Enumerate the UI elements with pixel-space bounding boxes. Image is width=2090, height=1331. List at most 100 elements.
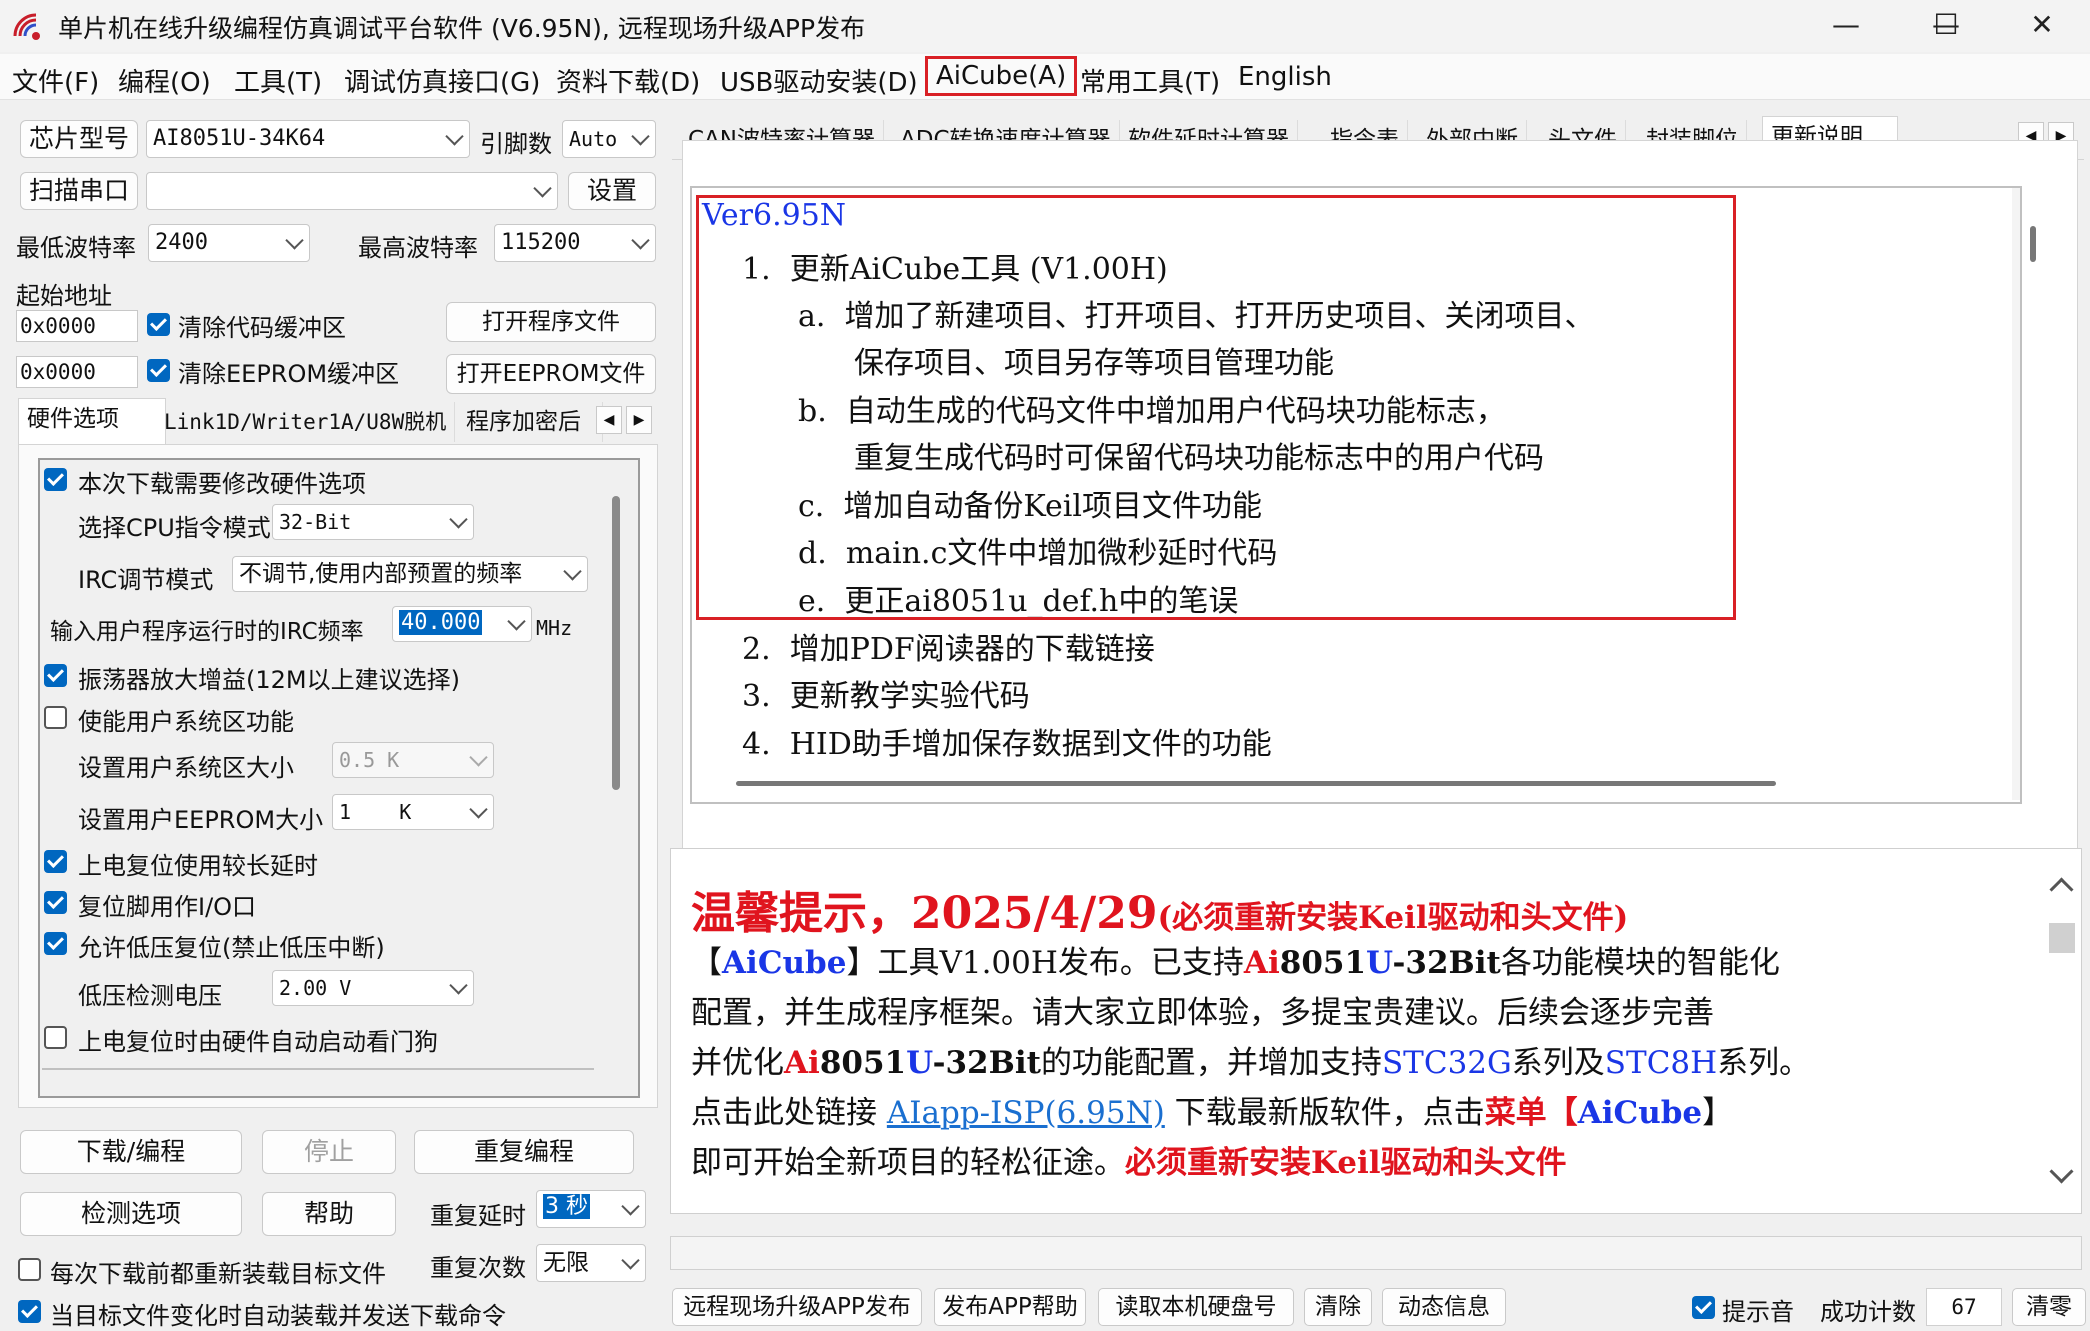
min-baud-select[interactable]: 2400 bbox=[148, 224, 310, 262]
menu-bar: 文件(F) 编程(O) 工具(T) 调试仿真接口(G) 资料下载(D) USB驱… bbox=[0, 54, 2090, 100]
menu-download[interactable]: 资料下载(D) bbox=[550, 60, 706, 101]
chevron-down-icon bbox=[563, 562, 582, 581]
chevron-down-icon bbox=[631, 127, 650, 146]
tab-scroll-left-icon[interactable]: ◀ bbox=[596, 406, 622, 434]
help-button[interactable]: 帮助 bbox=[262, 1192, 396, 1236]
long-delay-checkbox[interactable] bbox=[44, 850, 67, 873]
auto-load-checkbox[interactable] bbox=[18, 1300, 41, 1323]
notes-scrollbar[interactable] bbox=[2012, 188, 2020, 800]
open-eeprom-button[interactable]: 打开EEPROM文件 bbox=[446, 354, 656, 394]
reload-each-checkbox[interactable] bbox=[18, 1258, 41, 1281]
notes-scroll-thumb[interactable] bbox=[2030, 226, 2036, 262]
cpu-mode-label: 选择CPU指令模式 bbox=[78, 514, 271, 542]
check-options-button[interactable]: 检测选项 bbox=[20, 1192, 242, 1236]
chip-model-button[interactable]: 芯片型号 bbox=[20, 120, 138, 158]
menu-usb-driver[interactable]: USB驱动安装(D) bbox=[714, 60, 924, 101]
clear-code-checkbox[interactable] bbox=[147, 313, 170, 336]
lvr-checkbox[interactable] bbox=[44, 932, 67, 955]
title-bar: 单片机在线升级编程仿真调试平台软件 (V6.95N), 远程现场升级APP发布 … bbox=[0, 0, 2090, 52]
scan-port-button[interactable]: 扫描串口 bbox=[20, 172, 138, 210]
clear-eeprom-label: 清除EEPROM缓冲区 bbox=[178, 360, 400, 388]
tips-title-note: (必须重新安装Keil驱动和头文件) bbox=[1157, 900, 1629, 936]
tips-scrollbar[interactable] bbox=[2047, 863, 2077, 1203]
repeat-delay-label: 重复延时 bbox=[430, 1202, 526, 1230]
chevron-down-icon bbox=[621, 1251, 640, 1270]
menu-program[interactable]: 编程(O) bbox=[112, 60, 217, 101]
modify-hw-checkbox[interactable] bbox=[44, 468, 67, 491]
user-eeprom-select[interactable]: 1 K bbox=[332, 794, 494, 830]
list-scrollbar-thumb[interactable] bbox=[612, 496, 620, 790]
chevron-down-icon bbox=[469, 748, 488, 767]
port-select[interactable] bbox=[146, 172, 558, 210]
pins-value: Auto bbox=[569, 127, 618, 151]
minimize-button[interactable]: — bbox=[1798, 0, 1894, 52]
clear-eeprom-checkbox[interactable] bbox=[147, 359, 170, 382]
lvd-label: 低压检测电压 bbox=[78, 982, 222, 1010]
scroll-down-icon[interactable] bbox=[2049, 1159, 2074, 1184]
irc-freq-select[interactable]: 40.000 bbox=[392, 606, 532, 642]
progress-bar bbox=[670, 1236, 2082, 1270]
stop-button[interactable]: 停止 bbox=[262, 1130, 396, 1174]
chevron-down-icon bbox=[445, 127, 464, 146]
pins-select[interactable]: Auto bbox=[562, 120, 656, 158]
tab-scroll-right-icon[interactable]: ▶ bbox=[626, 406, 652, 434]
cpu-mode-value: 32-Bit bbox=[279, 510, 352, 534]
chevron-down-icon bbox=[449, 510, 468, 529]
chevron-down-icon bbox=[507, 612, 526, 631]
app-logo-icon bbox=[13, 13, 40, 40]
irc-mode-label: IRC调节模式 bbox=[78, 566, 214, 594]
tab-encryption[interactable]: 程序加密后 bbox=[458, 402, 603, 442]
user-sys-size-select[interactable]: 0.5 K bbox=[332, 742, 494, 778]
download-link[interactable]: AIapp-ISP(6.95N) bbox=[887, 1095, 1165, 1131]
reset-io-label: 复位脚用作I/O口 bbox=[78, 893, 257, 921]
menu-common-tools[interactable]: 常用工具(T) bbox=[1074, 60, 1226, 101]
menu-english[interactable]: English bbox=[1232, 60, 1338, 94]
menu-file[interactable]: 文件(F) bbox=[6, 60, 105, 101]
repeat-delay-select[interactable]: 3 秒 bbox=[536, 1190, 646, 1228]
chip-model-select[interactable]: AI8051U-34K64 bbox=[146, 120, 470, 158]
tab-offline[interactable]: Link1D/Writer1A/U8W脱机 bbox=[156, 402, 456, 442]
window-title: 单片机在线升级编程仿真调试平台软件 (V6.95N), 远程现场升级APP发布 bbox=[58, 14, 866, 43]
clear-code-label: 清除代码缓冲区 bbox=[178, 314, 346, 342]
tips-scroll-thumb[interactable] bbox=[2049, 923, 2075, 953]
menu-tools[interactable]: 工具(T) bbox=[228, 60, 328, 101]
menu-aicube[interactable]: AiCube(A) bbox=[925, 56, 1078, 96]
app-help-button[interactable]: 发布APP帮助 bbox=[934, 1288, 1086, 1326]
reprogram-button[interactable]: 重复编程 bbox=[414, 1130, 634, 1174]
remote-app-button[interactable]: 远程现场升级APP发布 bbox=[672, 1288, 922, 1326]
irc-mode-select[interactable]: 不调节,使用内部预置的频率 bbox=[232, 556, 588, 592]
eeprom-address-field[interactable]: 0x0000 bbox=[16, 356, 138, 388]
sound-checkbox[interactable] bbox=[1692, 1296, 1715, 1319]
settings-button[interactable]: 设置 bbox=[568, 172, 656, 210]
dynamic-info-button[interactable]: 动态信息 bbox=[1382, 1288, 1506, 1326]
clear-button[interactable]: 清除 bbox=[1304, 1288, 1372, 1326]
chevron-down-icon bbox=[533, 179, 552, 198]
max-baud-select[interactable]: 115200 bbox=[494, 224, 656, 262]
user-sys-checkbox[interactable] bbox=[44, 706, 67, 729]
reset-count-button[interactable]: 清零 bbox=[2012, 1288, 2086, 1326]
wdt-checkbox[interactable] bbox=[44, 1026, 67, 1049]
irc-mode-value: 不调节,使用内部预置的频率 bbox=[239, 561, 523, 587]
notes-hscroll-thumb[interactable] bbox=[736, 781, 1776, 786]
download-button[interactable]: 下载/编程 bbox=[20, 1130, 242, 1174]
cpu-mode-select[interactable]: 32-Bit bbox=[272, 504, 474, 540]
read-disk-button[interactable]: 读取本机硬盘号 bbox=[1098, 1288, 1294, 1326]
reset-io-checkbox[interactable] bbox=[44, 891, 67, 914]
reload-each-label: 每次下载前都重新装载目标文件 bbox=[50, 1260, 386, 1288]
wdt-label: 上电复位时由硬件自动启动看门狗 bbox=[78, 1028, 438, 1056]
start-address-field[interactable]: 0x0000 bbox=[16, 310, 138, 342]
menu-debug[interactable]: 调试仿真接口(G) bbox=[338, 60, 546, 101]
open-program-button[interactable]: 打开程序文件 bbox=[446, 302, 656, 342]
tab-hardware-options[interactable]: 硬件选项 bbox=[18, 398, 166, 445]
chevron-down-icon bbox=[631, 231, 650, 250]
tips-pane: 温馨提示，2025/4/29(必须重新安装Keil驱动和头文件) 【AiCube… bbox=[670, 848, 2082, 1214]
tips-line-3: 配置，并生成程序框架。请大家立即体验，多提宝贵建议。后续会逐步完善 bbox=[691, 995, 1714, 1031]
osc-gain-checkbox[interactable] bbox=[44, 664, 67, 687]
irc-freq-value: 40.000 bbox=[399, 610, 483, 635]
maximize-button[interactable]: ☐ bbox=[1898, 0, 1994, 52]
lvd-select[interactable]: 2.00 V bbox=[272, 970, 474, 1006]
repeat-count-select[interactable]: 无限 bbox=[536, 1244, 646, 1282]
scroll-up-icon[interactable] bbox=[2049, 877, 2074, 902]
close-button[interactable]: ✕ bbox=[1994, 0, 2090, 52]
chevron-down-icon bbox=[285, 231, 304, 250]
